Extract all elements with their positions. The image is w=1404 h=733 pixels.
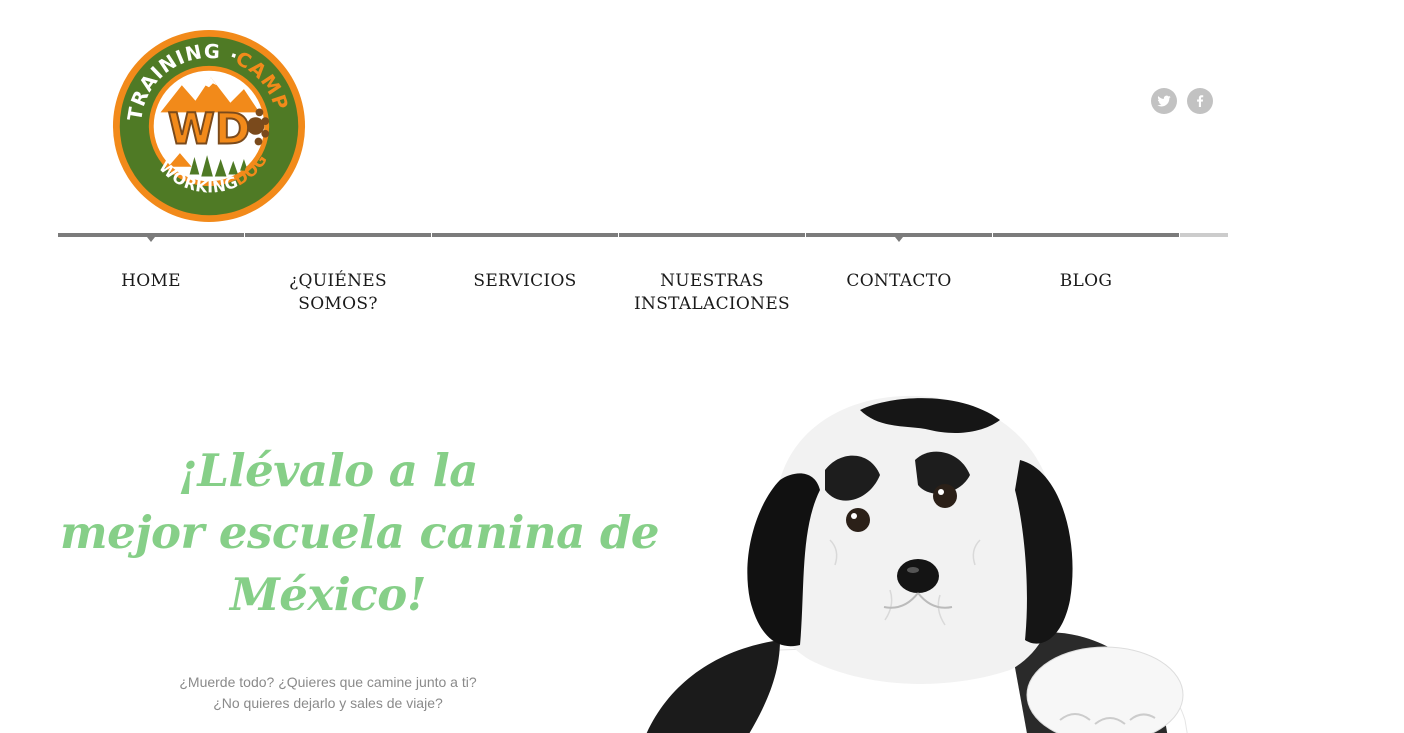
facebook-icon[interactable] [1187,88,1213,114]
puppy-illustration [646,395,1188,733]
hero-subtitle-line: ¿Muerde todo? ¿Quieres que camine junto … [179,674,477,690]
nav-item-home[interactable]: HOME [58,233,244,323]
social-links [1151,88,1213,114]
nav-item-label: ¿QUIÉNES SOMOS? [289,271,387,314]
nav-item-quienes-somos[interactable]: ¿QUIÉNES SOMOS? [245,233,431,323]
main-nav: HOME ¿QUIÉNES SOMOS? SERVICIOS NUESTRAS … [58,233,1228,323]
hero-title-line: ¡Llévalo a la [178,444,478,497]
nav-item-label: BLOG [1059,271,1113,291]
puppy-photo [630,390,1190,733]
hero-subtitle-line: ¿No quieres dejarlo y sales de viaje? [213,695,443,711]
nav-item-contacto[interactable]: CONTACTO [806,233,992,323]
hero-title-line: mejor escuela canina de [60,506,660,559]
nav-item-label: SERVICIOS [473,271,577,291]
nav-item-label: NUESTRAS INSTALACIONES [634,271,790,314]
hero-subtitle: ¿Muerde todo? ¿Quieres que camine junto … [120,672,536,714]
nav-item-label: HOME [121,271,181,291]
logo-badge-icon: WD TRAINING · CAMP WORKING DOG [112,29,306,223]
nav-item-blog[interactable]: BLOG [993,233,1179,323]
site-logo[interactable]: WD TRAINING · CAMP WORKING DOG [112,29,306,223]
nav-divider-tail [1180,233,1228,323]
nav-menu: HOME ¿QUIÉNES SOMOS? SERVICIOS NUESTRAS … [58,233,1228,323]
hero-title: ¡Llévalo a la mejor escuela canina de Mé… [60,440,660,626]
hero-title-line: México! [229,568,427,621]
svg-text:WD: WD [168,104,251,154]
nav-item-label: CONTACTO [846,271,952,291]
page: WD TRAINING · CAMP WORKING DOG HOME ¿QUI… [0,0,1404,733]
nav-item-instalaciones[interactable]: NUESTRAS INSTALACIONES [619,233,805,323]
nav-item-servicios[interactable]: SERVICIOS [432,233,618,323]
twitter-icon[interactable] [1151,88,1177,114]
